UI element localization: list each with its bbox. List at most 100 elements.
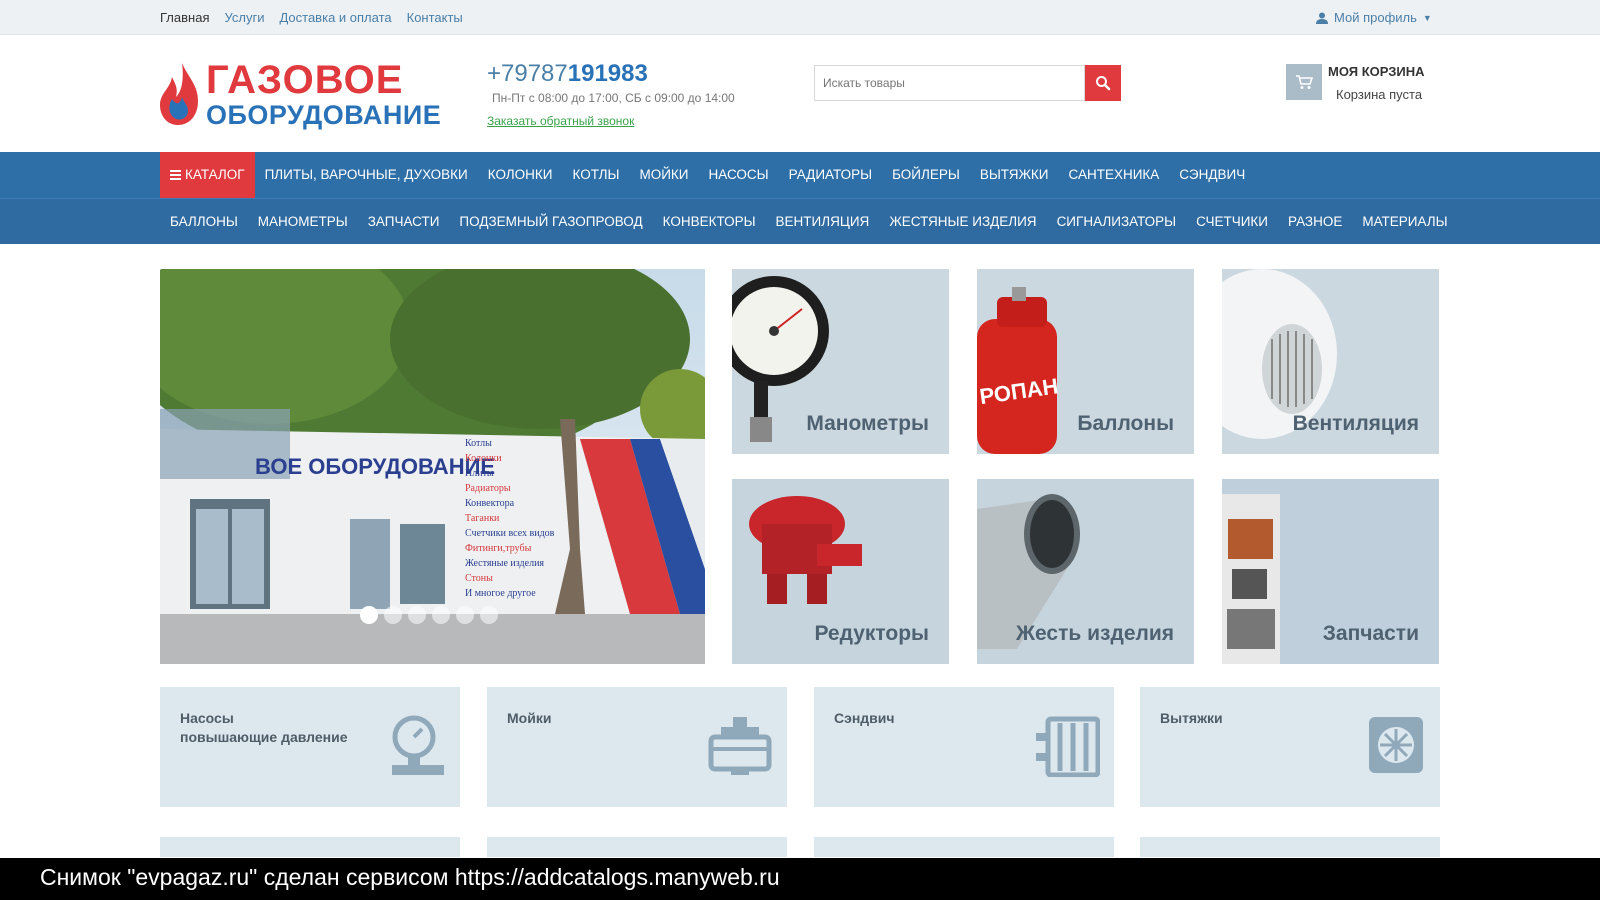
search-icon (1096, 76, 1111, 91)
nav-item-underground-pipeline[interactable]: ПОДЗЕМНЫЙ ГАЗОПРОВОД (449, 199, 652, 245)
hero-list-item: Конвектора (465, 498, 515, 509)
flame-logo-icon (160, 63, 198, 125)
tile-gauges[interactable]: Манометры (732, 269, 949, 454)
nav-item-pumps[interactable]: НАСОСЫ (699, 152, 779, 198)
card-sandwich[interactable]: Сэндвич (814, 687, 1114, 807)
top-link-delivery[interactable]: Доставка и оплата (279, 10, 391, 25)
card-partial[interactable] (160, 837, 460, 857)
nav-item-materials[interactable]: МАТЕРИАЛЫ (1352, 199, 1457, 245)
store-sign-text: ВОЕ ОБОРУДОВАНИЕ (255, 454, 495, 479)
cart-button[interactable] (1286, 64, 1322, 100)
phone-main: 191983 (567, 60, 648, 87)
card-partial[interactable] (487, 837, 787, 857)
catalog-label: КАТАЛОГ (185, 167, 245, 182)
radiator-icon (1036, 716, 1100, 777)
menu-icon (170, 170, 181, 180)
slider-dot-6[interactable] (480, 606, 498, 624)
tile-tin-products[interactable]: Жесть изделия (977, 479, 1194, 664)
watermark-text: Снимок "evpagaz.ru" сделан сервисом http… (40, 864, 780, 890)
nav-item-radiators[interactable]: РАДИАТОРЫ (779, 152, 882, 198)
site-logo[interactable]: ГАЗОВОЕ ОБОРУДОВАНИЕ (158, 58, 448, 130)
profile-menu[interactable]: Мой профиль ▼ (1316, 10, 1432, 25)
top-bar: Главная Услуги Доставка и оплата Контакт… (0, 0, 1600, 35)
search-button[interactable] (1085, 65, 1121, 101)
tile-label: Вентиляция (1292, 412, 1419, 435)
tile-label: Баллоны (1077, 412, 1174, 435)
hood-fan-icon (1369, 717, 1423, 773)
hero-list-item: Колонки (465, 453, 502, 464)
cart-title[interactable]: МОЯ КОРЗИНА (1328, 64, 1425, 79)
nav-item-water-heaters[interactable]: КОЛОНКИ (478, 152, 563, 198)
working-hours: Пн-Пт с 08:00 до 17:00, СБ с 09:00 до 14… (492, 91, 735, 105)
chevron-down-icon: ▼ (1422, 12, 1432, 23)
tile-cylinders[interactable]: РОПАН Баллоны (977, 269, 1194, 454)
nav-item-tin-products[interactable]: ЖЕСТЯНЫЕ ИЗДЕЛИЯ (879, 199, 1046, 245)
nav-item-sinks[interactable]: МОЙКИ (629, 152, 698, 198)
profile-label: Мой профиль (1334, 10, 1417, 25)
nav-item-meters[interactable]: СЧЕТЧИКИ (1186, 199, 1278, 245)
tile-regulators[interactable]: Редукторы (732, 479, 949, 664)
slider-dot-4[interactable] (432, 606, 450, 624)
nav-item-cylinders[interactable]: БАЛЛОНЫ (160, 199, 248, 245)
slider-dot-1[interactable] (360, 606, 378, 624)
user-icon (1316, 12, 1328, 24)
nav-item-misc[interactable]: РАЗНОЕ (1278, 199, 1352, 245)
store-photo: ВОЕ ОБОРУДОВАНИЕ Котлы Колонки Плиты Рад… (160, 269, 705, 664)
hero-list-item: Фитинги,трубы (465, 543, 532, 554)
nav-item-gauges[interactable]: МАНОМЕТРЫ (248, 199, 358, 245)
card-sinks[interactable]: Мойки (487, 687, 787, 807)
hero-slider[interactable]: ВОЕ ОБОРУДОВАНИЕ Котлы Колонки Плиты Рад… (160, 269, 705, 664)
logo-line-1: ГАЗОВОЕ (206, 57, 404, 102)
top-navigation: Главная Услуги Доставка и оплата Контакт… (160, 10, 463, 25)
main-nav-row-2: БАЛЛОНЫ МАНОМЕТРЫ ЗАПЧАСТИ ПОДЗЕМНЫЙ ГАЗ… (0, 198, 1600, 244)
hero-list-item: Плиты (465, 468, 494, 479)
nav-item-detectors[interactable]: СИГНАЛИЗАТОРЫ (1047, 199, 1187, 245)
nav-item-sandwich[interactable]: СЭНДВИЧ (1169, 152, 1255, 198)
card-title: Насосы повышающие давление (180, 710, 348, 745)
card-hoods[interactable]: Вытяжки (1140, 687, 1440, 807)
card-title: Мойки (507, 710, 552, 726)
nav-item-spare-parts[interactable]: ЗАПЧАСТИ (358, 199, 450, 245)
phone-prefix: +79787 (487, 60, 568, 87)
screenshot-watermark-bar: Снимок "evpagaz.ru" сделан сервисом http… (0, 858, 1600, 900)
top-link-services[interactable]: Услуги (224, 10, 264, 25)
toolbox-icon (708, 717, 772, 775)
cart-status: Корзина пуста (1336, 87, 1423, 102)
cart-icon (1296, 75, 1313, 89)
hero-list-item: И многое другое (465, 588, 536, 599)
tile-ventilation[interactable]: Вентиляция (1222, 269, 1439, 454)
pressure-pump-icon (392, 715, 444, 775)
slider-dot-2[interactable] (384, 606, 402, 624)
catalog-button[interactable]: КАТАЛОГ (160, 152, 255, 198)
hero-list-item: Котлы (465, 438, 492, 449)
nav-item-hoods[interactable]: ВЫТЯЖКИ (970, 152, 1059, 198)
tile-label: Запчасти (1322, 622, 1419, 645)
hero-list-item: Жестяные изделия (465, 558, 544, 569)
search-input[interactable] (814, 65, 1085, 101)
tile-label: Редукторы (814, 622, 929, 645)
nav-item-boilers[interactable]: КОТЛЫ (562, 152, 629, 198)
nav-item-storage-heaters[interactable]: БОЙЛЕРЫ (882, 152, 970, 198)
search-bar (814, 65, 1121, 101)
hero-list-item: Таганки (465, 513, 500, 524)
slider-dot-5[interactable] (456, 606, 474, 624)
card-partial[interactable] (814, 837, 1114, 857)
nav-item-plumbing[interactable]: САНТЕХНИКА (1059, 152, 1170, 198)
hero-list-item: Радиаторы (465, 483, 511, 494)
nav-item-stoves[interactable]: ПЛИТЫ, ВАРОЧНЫЕ, ДУХОВКИ (255, 152, 478, 198)
slider-dots (360, 606, 498, 624)
nav-item-convectors[interactable]: КОНВЕКТОРЫ (653, 199, 766, 245)
logo-line-2: ОБОРУДОВАНИЕ (206, 99, 442, 130)
card-title: Вытяжки (1160, 710, 1223, 726)
card-pumps[interactable]: Насосы повышающие давление (160, 687, 460, 807)
callback-link[interactable]: Заказать обратный звонок (487, 114, 634, 128)
tile-spare-parts[interactable]: Запчасти (1222, 479, 1439, 664)
top-link-home[interactable]: Главная (160, 10, 209, 25)
tile-label: Жесть изделия (1016, 622, 1174, 645)
slider-dot-3[interactable] (408, 606, 426, 624)
phone-number[interactable]: +79787191983 (487, 60, 648, 88)
nav-item-ventilation[interactable]: ВЕНТИЛЯЦИЯ (766, 199, 880, 245)
card-partial[interactable] (1140, 837, 1440, 857)
top-link-contacts[interactable]: Контакты (407, 10, 463, 25)
hero-list-item: Стоны (465, 573, 493, 584)
